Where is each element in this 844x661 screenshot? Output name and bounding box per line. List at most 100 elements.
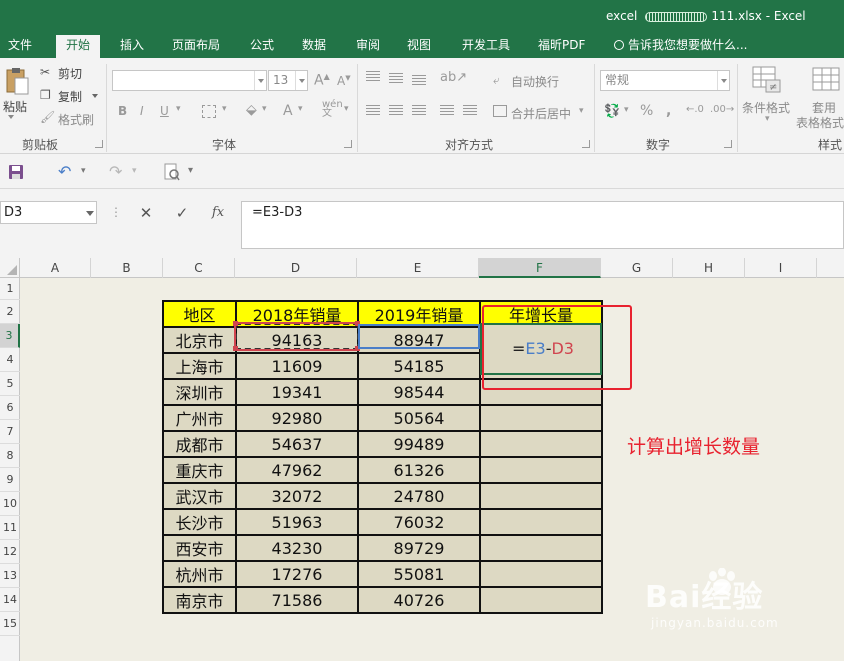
orientation-icon[interactable]: ab↗ (440, 70, 467, 85)
table-cell[interactable]: 重庆市 (162, 456, 237, 484)
name-box-dropdown-icon[interactable] (86, 211, 94, 220)
tab-8[interactable]: 开发工具 (462, 35, 510, 58)
copy-button[interactable]: 复制 (58, 88, 82, 105)
table-cell[interactable] (479, 430, 603, 458)
table-cell[interactable]: 成都市 (162, 430, 237, 458)
copy-dropdown-icon[interactable] (92, 94, 98, 101)
merge-center-button[interactable]: 合并后居中 (511, 105, 571, 122)
tab-3[interactable]: 页面布局 (172, 35, 220, 58)
table-cell[interactable]: 杭州市 (162, 560, 237, 588)
tab-5[interactable]: 数据 (302, 35, 326, 58)
table-cell[interactable]: 54637 (235, 430, 359, 458)
save-icon[interactable] (8, 164, 24, 180)
align-top-icon[interactable] (366, 71, 380, 83)
table-cell[interactable] (479, 378, 603, 406)
redo-icon[interactable]: ↷ (109, 162, 122, 181)
tab-1[interactable]: 开始 (56, 35, 101, 58)
range-handle[interactable] (355, 321, 360, 326)
row-header-10[interactable]: 10 (0, 492, 20, 516)
table-cell[interactable]: 88947 (357, 326, 481, 354)
table-cell[interactable]: 94163 (235, 326, 359, 354)
table-cell[interactable]: 长沙市 (162, 508, 237, 536)
row-header-7[interactable]: 7 (0, 420, 20, 444)
header-cell[interactable]: 2019年销量 (357, 300, 481, 328)
table-cell[interactable]: 89729 (357, 534, 481, 562)
table-cell[interactable] (479, 534, 603, 562)
alignment-launcher-icon[interactable] (582, 140, 590, 148)
align-right-icon[interactable] (412, 105, 426, 117)
tab-7[interactable]: 视图 (407, 35, 431, 58)
tab-6[interactable]: 审阅 (356, 35, 380, 58)
tab-0[interactable]: 文件 (8, 35, 32, 58)
row-header-9[interactable]: 9 (0, 468, 20, 492)
column-header-f[interactable]: F (479, 258, 601, 278)
table-cell[interactable] (479, 560, 603, 588)
range-handle[interactable] (233, 346, 238, 351)
row-header-11[interactable]: 11 (0, 516, 20, 540)
row-header-3[interactable]: 3 (0, 324, 20, 348)
align-center-icon[interactable] (389, 105, 403, 117)
row-header-4[interactable]: 4 (0, 348, 20, 372)
formula-input[interactable]: =E3-D3 (241, 201, 844, 249)
cut-button[interactable]: 剪切 (58, 65, 82, 82)
percent-icon[interactable]: % (640, 103, 653, 119)
table-cell[interactable]: 71586 (235, 586, 359, 614)
table-cell[interactable]: 西安市 (162, 534, 237, 562)
table-cell[interactable]: 武汉市 (162, 482, 237, 510)
table-cell[interactable]: 南京市 (162, 586, 237, 614)
table-cell[interactable] (479, 404, 603, 432)
borders-dropdown-icon[interactable]: ▾ (222, 104, 227, 114)
range-handle[interactable] (233, 321, 238, 326)
increase-decimal-icon[interactable]: ←.0 (686, 104, 704, 115)
row-header-14[interactable]: 14 (0, 588, 20, 612)
table-cell[interactable]: 76032 (357, 508, 481, 536)
table-cell[interactable]: 北京市 (162, 326, 237, 354)
insert-function-button[interactable]: fx (204, 202, 232, 224)
format-painter-button[interactable]: 格式刷 (58, 111, 94, 128)
range-handle[interactable] (355, 346, 360, 351)
customize-qat-icon[interactable]: ▾ (188, 165, 193, 176)
row-header-13[interactable]: 13 (0, 564, 20, 588)
table-cell[interactable] (479, 508, 603, 536)
redo-dropdown-icon[interactable]: ▾ (132, 166, 137, 176)
font-launcher-icon[interactable] (344, 140, 352, 148)
column-header-i[interactable]: I (745, 258, 817, 278)
font-color-icon[interactable]: A (283, 103, 293, 119)
tab-4[interactable]: 公式 (250, 35, 274, 58)
phonetic-icon[interactable]: wén 文 (322, 100, 343, 119)
shrink-font-icon[interactable]: A▼ (337, 74, 351, 88)
clipboard-launcher-icon[interactable] (95, 140, 103, 148)
print-preview-icon[interactable] (164, 163, 180, 181)
comma-icon[interactable]: , (666, 103, 671, 119)
table-cell[interactable]: 上海市 (162, 352, 237, 380)
name-box[interactable]: D3 (0, 201, 97, 224)
tab-9[interactable]: 福昕PDF (538, 35, 585, 58)
number-launcher-icon[interactable] (724, 140, 732, 148)
merge-dropdown-icon[interactable]: ▾ (579, 106, 584, 116)
table-cell[interactable]: 55081 (357, 560, 481, 588)
tab-2[interactable]: 插入 (120, 35, 144, 58)
row-header-15[interactable]: 15 (0, 612, 20, 636)
conditional-dropdown-icon[interactable]: ▾ (765, 114, 770, 124)
borders-icon[interactable] (202, 105, 216, 118)
format-as-table-label-2[interactable]: 表格格式 (796, 114, 844, 131)
table-cell[interactable]: 24780 (357, 482, 481, 510)
confirm-entry-button[interactable]: ✓ (168, 202, 196, 224)
row-header-6[interactable]: 6 (0, 396, 20, 420)
grow-font-icon[interactable]: A▲ (314, 72, 330, 89)
format-as-table-icon[interactable] (812, 67, 842, 93)
table-cell[interactable]: 54185 (357, 352, 481, 380)
paste-dropdown-icon[interactable] (8, 115, 14, 122)
row-header-5[interactable]: 5 (0, 372, 20, 396)
font-color-dropdown-icon[interactable]: ▾ (298, 104, 303, 114)
column-header-h[interactable]: H (673, 258, 745, 278)
wrap-text-button[interactable]: 自动换行 (511, 73, 559, 90)
row-header-1[interactable]: 1 (0, 278, 20, 300)
undo-icon[interactable]: ↶ (58, 162, 71, 181)
paste-button[interactable]: 粘贴 (3, 98, 27, 115)
wrap-text-icon[interactable]: ⤶ (493, 73, 500, 88)
tell-me-search[interactable]: 告诉我您想要做什么... (614, 35, 747, 58)
decrease-decimal-icon[interactable]: .00→ (710, 104, 734, 115)
column-header-a[interactable]: A (20, 258, 91, 278)
active-cell-f3[interactable]: =E3-D3 (480, 323, 602, 375)
